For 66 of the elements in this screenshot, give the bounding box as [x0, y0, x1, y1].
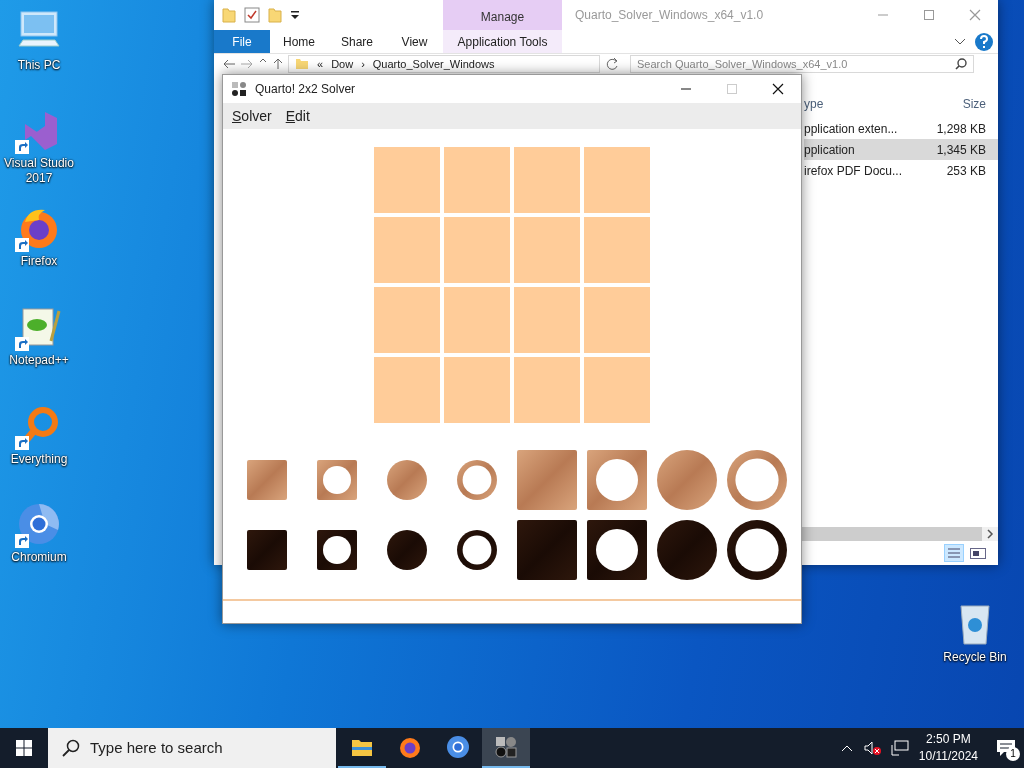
game-piece[interactable]	[727, 520, 787, 580]
checklist-icon[interactable]	[244, 7, 260, 23]
search-icon	[62, 739, 80, 757]
column-header[interactable]: Size	[910, 95, 986, 113]
back-arrow-icon[interactable]	[222, 58, 236, 70]
muted-speaker-icon[interactable]	[862, 740, 881, 756]
chromium-icon[interactable]	[446, 735, 470, 759]
forward-arrow-icon[interactable]	[240, 58, 254, 70]
file-row[interactable]: pplication 1,345 KB	[804, 139, 998, 160]
breadcrumb[interactable]: Quarto_Solver_Windows	[372, 55, 495, 73]
breadcrumb[interactable]: Dow	[331, 55, 354, 73]
details-view-icon[interactable]	[944, 544, 964, 562]
up-arrow-icon[interactable]	[272, 58, 284, 70]
search-placeholder: Search Quarto_Solver_Windows_x64_v1.0	[637, 56, 848, 72]
chevron-up-icon[interactable]	[840, 744, 853, 752]
game-piece[interactable]	[457, 530, 497, 570]
tiles-view-icon[interactable]	[970, 546, 986, 560]
file-row[interactable]: pplication exten... 1,298 KB	[804, 118, 998, 139]
search-placeholder: Type here to search	[90, 737, 223, 758]
ribbon-tab[interactable]: Home	[270, 30, 328, 53]
ribbon-tab[interactable]: Share	[328, 30, 386, 53]
file-type: irefox PDF Docu...	[804, 162, 904, 180]
game-piece[interactable]	[387, 530, 427, 570]
breadcrumb[interactable]: «	[317, 55, 324, 73]
ribbon-tab[interactable]: File	[214, 30, 270, 53]
menu-item[interactable]: Edit	[285, 105, 310, 127]
file-type: pplication exten...	[804, 120, 899, 138]
folder-icon	[295, 58, 309, 70]
start-button[interactable]	[16, 740, 32, 756]
app-icon[interactable]	[494, 735, 518, 759]
date-text: 10/11/2024	[918, 748, 978, 765]
dropdown-icon[interactable]	[290, 9, 300, 21]
refresh-icon[interactable]	[604, 57, 620, 71]
file-size: 253 KB	[945, 162, 986, 180]
network-icon[interactable]	[890, 740, 909, 756]
chevron-icon[interactable]	[954, 37, 966, 46]
breadcrumb[interactable]: ›	[361, 55, 365, 73]
ribbon-tab[interactable]: View	[386, 30, 443, 53]
file-size: 1,345 KB	[935, 141, 986, 159]
search-icon	[955, 58, 967, 70]
time-text: 2:50 PM	[925, 731, 972, 748]
scrollbar-thumb[interactable]	[800, 527, 982, 541]
file-size: 1,298 KB	[935, 120, 986, 138]
taskbar-search-field[interactable]: Type here to search	[48, 728, 336, 768]
clock[interactable]: 2:50 PM 10/11/2024	[918, 731, 978, 765]
address-bar[interactable]: « Dow › Quarto_Solver_Windows	[288, 55, 600, 73]
desktop-icon-label[interactable]: Recycle Bin	[943, 650, 1007, 665]
scroll-right-icon[interactable]	[986, 529, 994, 539]
game-piece[interactable]	[317, 530, 357, 570]
firefox-icon[interactable]	[398, 735, 422, 759]
context-tab-header[interactable]: Manage	[443, 0, 562, 30]
window-title: Quarto! 2x2 Solver	[255, 81, 357, 98]
menu-item[interactable]: Solver	[232, 105, 272, 127]
close-button[interactable]	[771, 83, 785, 95]
file-row[interactable]: irefox PDF Docu... 253 KB	[804, 160, 998, 181]
game-piece[interactable]	[587, 520, 647, 580]
window-title: Quarto_Solver_Windows_x64_v1.0	[574, 7, 765, 24]
notification-count: 1	[1006, 747, 1020, 762]
game-piece[interactable]	[657, 520, 717, 580]
ribbon-tab[interactable]: Application Tools	[443, 30, 562, 53]
column-header[interactable]: ype	[804, 95, 910, 113]
file-type: pplication	[804, 141, 856, 159]
help-icon[interactable]	[974, 31, 994, 52]
search-field[interactable]: Search Quarto_Solver_Windows_x64_v1.0	[630, 55, 974, 73]
app-icon	[231, 81, 247, 97]
maximize-button[interactable]	[922, 9, 936, 21]
